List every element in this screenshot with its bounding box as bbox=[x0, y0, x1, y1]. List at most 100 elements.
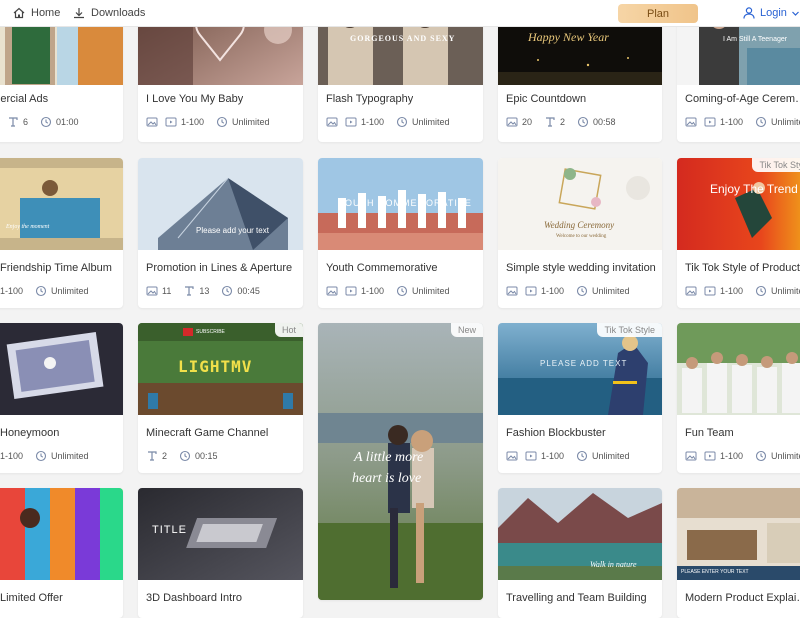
photo-range: 1-100 bbox=[361, 117, 385, 127]
image-icon bbox=[146, 285, 158, 297]
thumbnail-text: Enjoy The Trend bbox=[710, 182, 798, 196]
template-thumbnail: Please add your text bbox=[138, 158, 303, 250]
card-title: Travelling and Team Building bbox=[506, 592, 647, 604]
video-icon bbox=[525, 285, 537, 297]
thumbnail-text: Please add your text bbox=[196, 226, 269, 235]
template-card-a-little-more-heart[interactable]: A little more heart is love New bbox=[318, 323, 483, 600]
template-card-friendship-time-album[interactable]: Enjoy the moment Friendship Time Album 1… bbox=[0, 158, 123, 308]
home-label: Home bbox=[31, 7, 61, 19]
template-card-simple-wedding-invitation[interactable]: Wedding Ceremony Welcome to our wedding … bbox=[498, 158, 662, 308]
clock-icon bbox=[755, 116, 767, 128]
template-card-honeymoon[interactable]: Honeymoon 1-100 Unlimited bbox=[0, 323, 123, 473]
photo-range: 1-100 bbox=[720, 286, 744, 296]
thumbnail-subtext: heart is love bbox=[352, 471, 422, 486]
photo-range: 1-100 bbox=[0, 451, 24, 461]
template-card-travelling-team-building[interactable]: Walk in nature Travelling and Team Build… bbox=[498, 488, 662, 618]
clock-icon bbox=[576, 450, 588, 462]
card-title: Minecraft Game Channel bbox=[146, 427, 269, 439]
card-meta: 1-100 Unlimited bbox=[0, 450, 101, 462]
template-card-modern-product-explainer[interactable]: PLEASE ENTER YOUR TEXT Modern Product Ex… bbox=[677, 488, 800, 618]
template-card-youth-commemorative[interactable]: YOUTH COMMEMORATIVE Youth Commemorative … bbox=[318, 158, 483, 308]
clock-icon bbox=[576, 285, 588, 297]
video-icon bbox=[704, 116, 716, 128]
downloads-link[interactable]: Downloads bbox=[72, 6, 145, 20]
thumbnail-text: GORGEOUS AND SEXY bbox=[350, 34, 456, 43]
clock-icon bbox=[35, 285, 47, 297]
clock-icon bbox=[35, 450, 47, 462]
duration: 00:15 bbox=[195, 451, 218, 461]
photo-range: 1-100 bbox=[720, 451, 744, 461]
template-card-limited-offer[interactable]: Limited Offer bbox=[0, 488, 123, 618]
template-thumbnail bbox=[0, 488, 123, 580]
clock-icon bbox=[179, 450, 191, 462]
image-count: 20 bbox=[522, 117, 533, 127]
card-title: Fashion Blockbuster bbox=[506, 427, 606, 439]
image-icon bbox=[685, 450, 697, 462]
text-count: 13 bbox=[199, 286, 210, 296]
card-title: Modern Product Explainer bbox=[685, 592, 800, 604]
card-meta: 1-100 Unlimited bbox=[506, 285, 642, 297]
text-icon bbox=[544, 116, 556, 128]
thumbnail-text: PLEASE ADD TEXT bbox=[540, 359, 628, 368]
image-count: 11 bbox=[162, 286, 172, 296]
image-icon bbox=[506, 285, 518, 297]
text-icon bbox=[183, 285, 195, 297]
template-grid: Commercial Ads 6 01:00 I Love You My Bab… bbox=[0, 0, 800, 618]
duration: 00:58 bbox=[593, 117, 616, 127]
template-thumbnail: TITLE bbox=[138, 488, 303, 580]
duration: Unlimited bbox=[771, 286, 800, 296]
card-meta: 1-100 Unlimited bbox=[0, 285, 101, 297]
home-link[interactable]: Home bbox=[12, 6, 60, 20]
template-card-fashion-blockbuster[interactable]: PLEASE ADD TEXT Tik Tok Style Fashion Bl… bbox=[498, 323, 662, 473]
template-card-3d-dashboard-intro[interactable]: TITLE 3D Dashboard Intro bbox=[138, 488, 303, 618]
template-thumbnail: A little more heart is love New bbox=[318, 323, 483, 600]
template-thumbnail: Enjoy The Trend Tik Tok Style bbox=[677, 158, 800, 250]
thumbnail-subtext: Welcome to our wedding bbox=[556, 234, 607, 239]
card-meta: 1-100 Unlimited bbox=[326, 285, 462, 297]
template-card-minecraft-game-channel[interactable]: SUBSCRIBE LIGHTMV Hot Minecraft Game Cha… bbox=[138, 323, 303, 473]
card-title: 3D Dashboard Intro bbox=[146, 592, 242, 604]
duration: Unlimited bbox=[412, 117, 450, 127]
clock-icon bbox=[216, 116, 228, 128]
thumbnail-text: TITLE bbox=[152, 524, 187, 536]
photo-range: 1-100 bbox=[720, 117, 744, 127]
video-icon bbox=[345, 285, 357, 297]
template-thumbnail: Wedding Ceremony Welcome to our wedding bbox=[498, 158, 662, 250]
template-card-promotion-in-lines[interactable]: Please add your text Promotion in Lines … bbox=[138, 158, 303, 308]
plan-button[interactable]: Plan bbox=[618, 4, 698, 23]
card-title: Friendship Time Album bbox=[0, 262, 112, 274]
clock-icon bbox=[40, 116, 52, 128]
template-thumbnail bbox=[0, 323, 123, 415]
card-meta: 1-100 Unlimited bbox=[685, 116, 800, 128]
card-meta: 1-100 Unlimited bbox=[685, 450, 800, 462]
card-meta: 20 2 00:58 bbox=[506, 116, 628, 128]
download-icon bbox=[74, 8, 84, 19]
duration: Unlimited bbox=[771, 451, 800, 461]
template-card-tik-tok-style-product[interactable]: Enjoy The Trend Tik Tok Style Tik Tok St… bbox=[677, 158, 800, 308]
clock-icon bbox=[396, 285, 408, 297]
tik-tok-style-badge: Tik Tok Style bbox=[597, 323, 662, 337]
clock-icon bbox=[221, 285, 233, 297]
duration: Unlimited bbox=[51, 286, 89, 296]
subscribe-label: SUBSCRIBE bbox=[196, 329, 225, 335]
card-title: Commercial Ads bbox=[0, 93, 49, 105]
video-icon bbox=[704, 285, 716, 297]
card-title: Youth Commemorative bbox=[326, 262, 438, 274]
card-title: Epic Countdown bbox=[506, 93, 587, 105]
image-icon bbox=[506, 116, 518, 128]
template-thumbnail bbox=[677, 323, 800, 415]
image-icon bbox=[506, 450, 518, 462]
clock-icon bbox=[396, 116, 408, 128]
card-title: Promotion in Lines & Aperture bbox=[146, 262, 293, 274]
template-thumbnail: PLEASE ENTER YOUR TEXT bbox=[677, 488, 800, 580]
card-meta: 6 01:00 bbox=[7, 116, 91, 128]
card-title: Simple style wedding invitation bbox=[506, 262, 656, 274]
text-count: 6 bbox=[23, 117, 29, 127]
thumbnail-text: I Am Still A Teenager bbox=[723, 36, 788, 43]
hot-badge: Hot bbox=[274, 323, 303, 337]
template-card-fun-team[interactable]: Fun Team 1-100 Unlimited bbox=[677, 323, 800, 473]
login-link[interactable]: Login bbox=[742, 6, 800, 20]
photo-range: 1-100 bbox=[361, 286, 385, 296]
chevron-down-icon bbox=[791, 11, 799, 16]
video-icon bbox=[704, 450, 716, 462]
